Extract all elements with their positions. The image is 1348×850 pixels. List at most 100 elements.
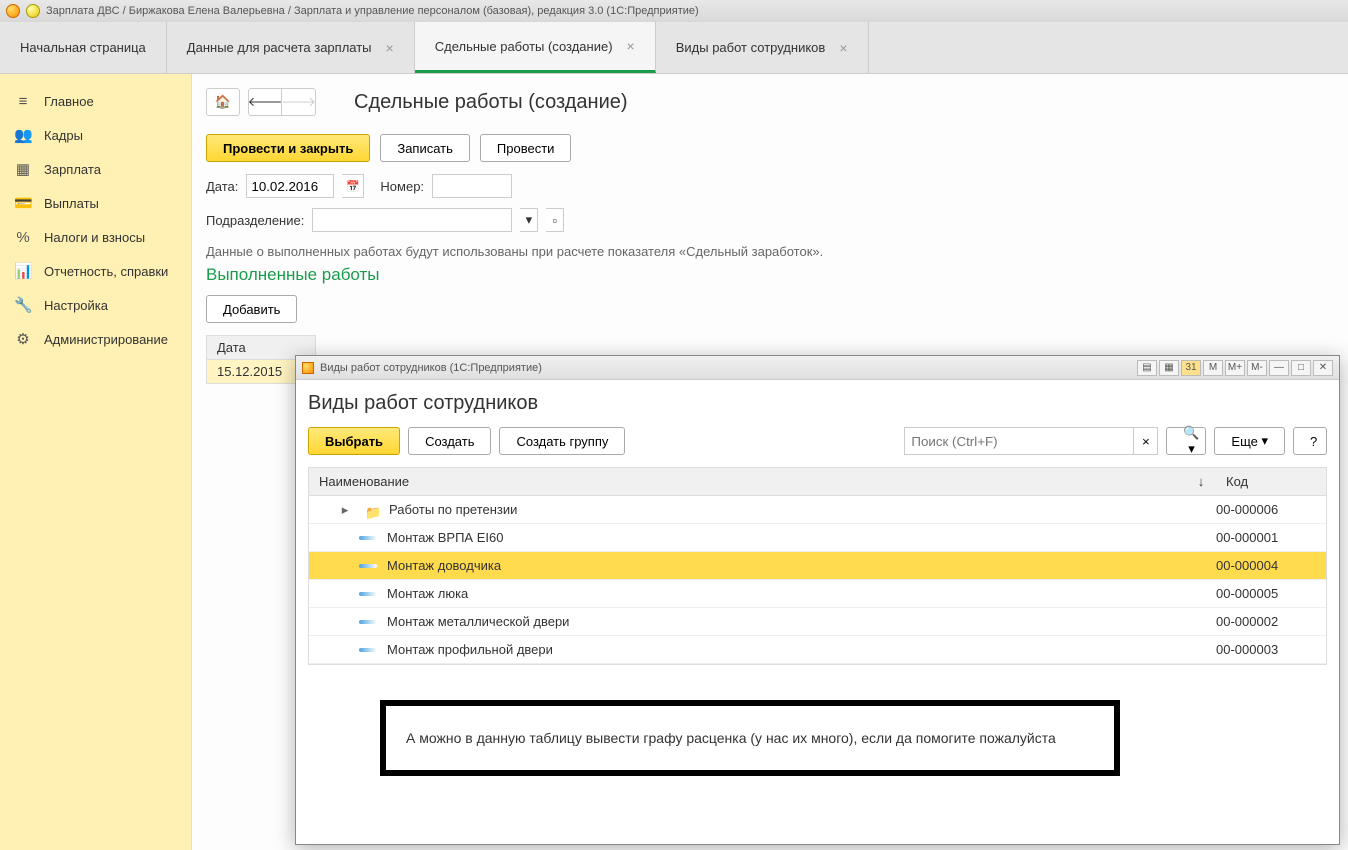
sidebar-item-admin[interactable]: ⚙Администрирование xyxy=(0,322,191,356)
wrench-icon: 🔧 xyxy=(14,296,32,314)
tab-payroll-data[interactable]: Данные для расчета зарплаты × xyxy=(167,22,415,73)
search-input[interactable] xyxy=(904,427,1134,455)
item-icon xyxy=(359,592,377,596)
date-input[interactable] xyxy=(246,174,334,198)
tab-label: Виды работ сотрудников xyxy=(676,40,826,55)
create-button[interactable]: Создать xyxy=(408,427,491,455)
card-icon: 💳 xyxy=(14,194,32,212)
dialog-titlebar[interactable]: Виды работ сотрудников (1С:Предприятие) … xyxy=(296,356,1339,380)
more-button[interactable]: Еще ▾ xyxy=(1214,427,1285,455)
maximize-button[interactable]: □ xyxy=(1291,360,1311,376)
expand-icon[interactable]: ▸ xyxy=(339,502,351,518)
sidebar-item-taxes[interactable]: % Налоги и взносы xyxy=(0,220,191,254)
calc-mminus-button[interactable]: M- xyxy=(1247,360,1267,376)
dialog-window-title: Виды работ сотрудников (1С:Предприятие) xyxy=(320,362,542,374)
dropdown-icon[interactable]: ▾ xyxy=(520,208,538,232)
percent-icon: % xyxy=(14,229,32,246)
item-icon xyxy=(359,564,377,568)
department-input[interactable] xyxy=(312,208,512,232)
chart-icon: 📊 xyxy=(14,262,32,280)
sidebar-item-label: Зарплата xyxy=(44,162,101,177)
back-button[interactable]: 🡐 xyxy=(248,88,282,116)
grid-header-name[interactable]: Наименование xyxy=(309,468,1186,495)
grid-row[interactable]: Монтаж металлической двери 00-000002 xyxy=(309,608,1326,636)
close-icon[interactable]: × xyxy=(386,40,394,56)
tab-piecework-create[interactable]: Сдельные работы (создание) × xyxy=(415,22,656,73)
people-icon: 👥 xyxy=(14,126,32,144)
tab-label: Сдельные работы (создание) xyxy=(435,39,613,54)
grid-icon: ▦ xyxy=(14,160,32,178)
app-icon xyxy=(6,4,20,18)
open-reference-icon[interactable]: ▫ xyxy=(546,208,564,232)
minimize-button[interactable]: — xyxy=(1269,360,1289,376)
create-group-button[interactable]: Создать группу xyxy=(499,427,625,455)
select-button[interactable]: Выбрать xyxy=(308,427,400,455)
item-icon xyxy=(359,536,377,540)
sidebar: ≡Главное 👥 Кадры ▦ Зарплата 💳 Выплаты % Нало… xyxy=(0,74,192,850)
grid-row[interactable]: Монтаж люка 00-000005 xyxy=(309,580,1326,608)
section-completed-works: Выполненные работы xyxy=(206,265,1348,285)
tab-start-page[interactable]: Начальная страница xyxy=(0,22,167,73)
calc-mplus-button[interactable]: M+ xyxy=(1225,360,1245,376)
sidebar-item-label: Налоги и взносы xyxy=(44,230,145,245)
row-name: Монтаж металлической двери xyxy=(387,614,569,629)
row-name: Монтаж профильной двери xyxy=(387,642,553,657)
help-button[interactable]: ? xyxy=(1293,427,1327,455)
sidebar-item-reports[interactable]: 📊 Отчетность, справки xyxy=(0,254,191,288)
row-name: Монтаж ВРПА EI60 xyxy=(387,530,503,545)
calc-m-button[interactable]: M xyxy=(1203,360,1223,376)
row-code: 00-000002 xyxy=(1216,614,1326,629)
grid-row[interactable]: Монтаж доводчика00-000004 xyxy=(309,552,1326,580)
row-code: 00-000005 xyxy=(1216,586,1326,601)
grid-row[interactable]: Монтаж профильной двери 00-000003 xyxy=(309,636,1326,664)
tab-label: Начальная страница xyxy=(20,40,146,55)
row-code: 00-000003 xyxy=(1216,642,1326,657)
dialog-title: Виды работ сотрудников xyxy=(308,392,1327,415)
sidebar-item-main[interactable]: ≡Главное xyxy=(0,84,191,118)
app-status-icon xyxy=(26,4,40,18)
app-icon xyxy=(302,362,314,374)
calendar-icon[interactable]: 📅 xyxy=(342,174,364,198)
calendar-icon[interactable]: 31 xyxy=(1181,360,1201,376)
sort-indicator-icon[interactable]: ↓ xyxy=(1186,468,1216,495)
page-title: Сдельные работы (создание) xyxy=(354,91,628,114)
sidebar-item-hr[interactable]: 👥 Кадры xyxy=(0,118,191,152)
search-settings-button[interactable]: 🔍▾ xyxy=(1166,427,1206,455)
post-and-close-button[interactable]: Провести и закрыть xyxy=(206,134,370,162)
sidebar-item-salary[interactable]: ▦ Зарплата xyxy=(0,152,191,186)
grid-header-code[interactable]: Код xyxy=(1216,468,1326,495)
grid-row[interactable]: Монтаж ВРПА EI60 00-000001 xyxy=(309,524,1326,552)
number-input[interactable] xyxy=(432,174,512,198)
sidebar-item-label: Выплаты xyxy=(44,196,99,211)
sidebar-item-label: Главное xyxy=(44,94,94,109)
home-button[interactable]: 🏠 xyxy=(206,88,240,116)
toolbar-icon[interactable]: ▤ xyxy=(1137,360,1157,376)
close-button[interactable]: ✕ xyxy=(1313,360,1333,376)
app-title-text: Зарплата ДВС / Биржакова Елена Валерьевн… xyxy=(46,5,699,17)
close-icon[interactable]: × xyxy=(627,38,635,54)
tab-label: Данные для расчета зарплаты xyxy=(187,40,372,55)
sidebar-item-label: Отчетность, справки xyxy=(44,264,168,279)
info-text: Данные о выполненных работах будут испол… xyxy=(206,244,1348,259)
app-titlebar: Зарплата ДВС / Биржакова Елена Валерьевн… xyxy=(0,0,1348,22)
toolbar-icon[interactable]: ▦ xyxy=(1159,360,1179,376)
sidebar-item-payments[interactable]: 💳 Выплаты xyxy=(0,186,191,220)
row-code: 00-000006 xyxy=(1216,502,1326,517)
row-name: Монтаж люка xyxy=(387,586,468,601)
sidebar-item-label: Кадры xyxy=(44,128,83,143)
tab-work-types[interactable]: Виды работ сотрудников × xyxy=(656,22,869,73)
row-code: 00-000001 xyxy=(1216,530,1326,545)
item-icon xyxy=(359,648,377,652)
write-button[interactable]: Записать xyxy=(380,134,470,162)
item-icon xyxy=(359,620,377,624)
add-button[interactable]: Добавить xyxy=(206,295,297,323)
sidebar-item-label: Настройка xyxy=(44,298,108,313)
sidebar-item-settings[interactable]: 🔧 Настройка xyxy=(0,288,191,322)
main-tabs: Начальная страница Данные для расчета за… xyxy=(0,22,1348,74)
post-button[interactable]: Провести xyxy=(480,134,572,162)
close-icon[interactable]: × xyxy=(839,40,847,56)
clear-search-button[interactable]: × xyxy=(1134,427,1158,455)
forward-button[interactable]: 🡒 xyxy=(282,88,316,116)
row-name: Монтаж доводчика xyxy=(387,558,501,573)
grid-row[interactable]: ▸Работы по претензии00-000006 xyxy=(309,496,1326,524)
